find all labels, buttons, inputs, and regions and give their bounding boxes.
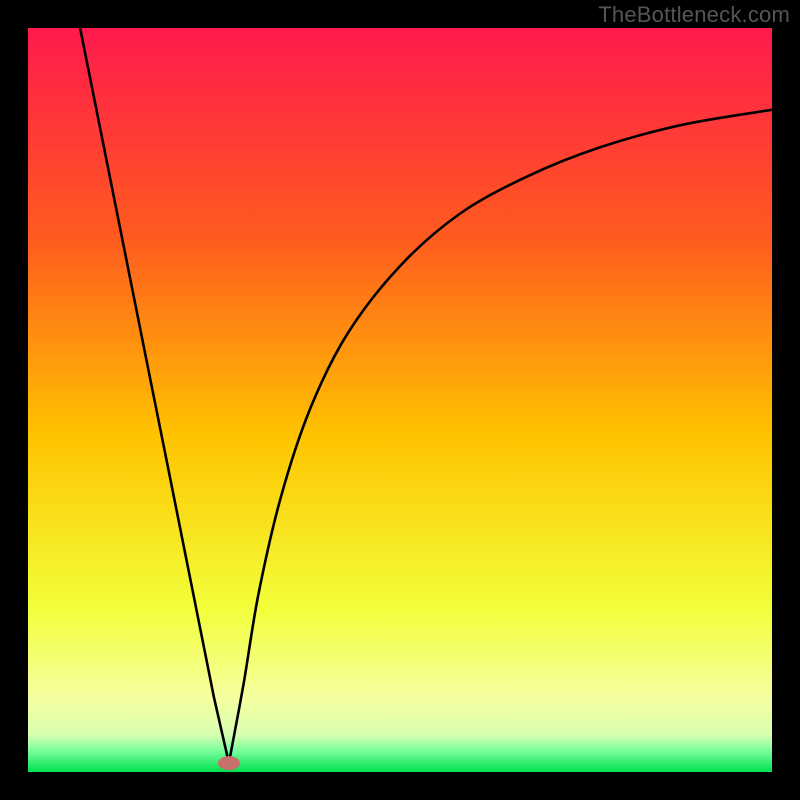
- gradient-background: [28, 28, 772, 772]
- plot-area: [28, 28, 772, 772]
- min-marker: [218, 756, 240, 770]
- plot-svg: [28, 28, 772, 772]
- chart-frame: TheBottleneck.com: [0, 0, 800, 800]
- watermark-text: TheBottleneck.com: [598, 2, 790, 28]
